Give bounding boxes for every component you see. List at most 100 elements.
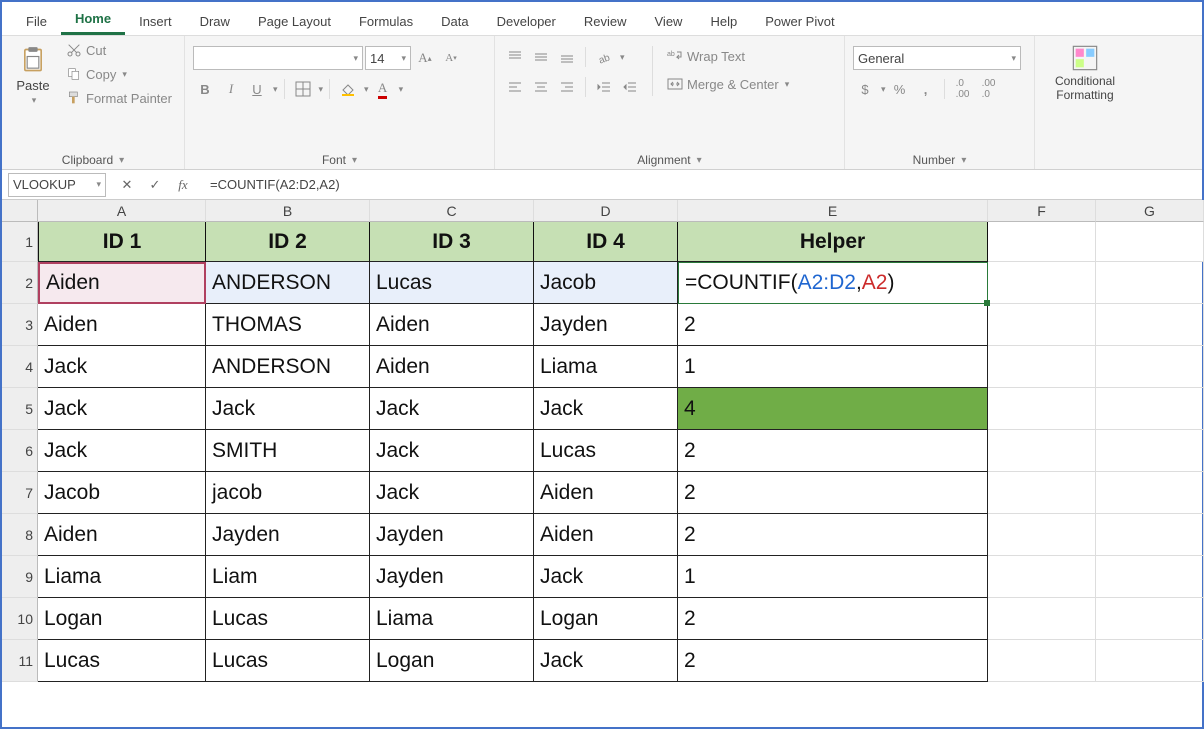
cell[interactable]: ANDERSON bbox=[206, 262, 370, 304]
formula-cancel-button[interactable]: ✕ bbox=[118, 177, 136, 193]
align-top-button[interactable] bbox=[503, 46, 527, 68]
decrease-decimal-button[interactable]: .00.0 bbox=[977, 78, 1001, 100]
cell[interactable]: Lucas bbox=[206, 598, 370, 640]
cell[interactable]: 4 bbox=[678, 388, 988, 430]
col-header[interactable]: G bbox=[1096, 200, 1204, 222]
cell[interactable]: Jack bbox=[370, 472, 534, 514]
col-header[interactable]: B bbox=[206, 200, 370, 222]
tab-formulas[interactable]: Formulas bbox=[345, 8, 427, 35]
cell[interactable]: 2 bbox=[678, 598, 988, 640]
cell[interactable]: Lucas bbox=[38, 640, 206, 682]
tab-draw[interactable]: Draw bbox=[186, 8, 244, 35]
bold-button[interactable]: B bbox=[193, 78, 217, 100]
shrink-font-button[interactable]: A▾ bbox=[439, 47, 463, 69]
cell[interactable] bbox=[1096, 304, 1204, 346]
cell[interactable]: Helper bbox=[678, 222, 988, 262]
cell[interactable]: Logan bbox=[534, 598, 678, 640]
cell[interactable]: Lucas bbox=[534, 430, 678, 472]
cell[interactable]: Jack bbox=[38, 430, 206, 472]
row-header[interactable]: 3 bbox=[2, 304, 38, 346]
dialog-launcher-icon[interactable]: ▾ bbox=[119, 155, 124, 166]
cell[interactable]: 2 bbox=[678, 472, 988, 514]
font-color-button[interactable]: A bbox=[371, 78, 395, 100]
cell[interactable]: ID 3 bbox=[370, 222, 534, 262]
cell[interactable]: Aiden bbox=[370, 346, 534, 388]
align-center-button[interactable] bbox=[529, 76, 553, 98]
select-all-button[interactable] bbox=[2, 200, 38, 222]
cell[interactable] bbox=[988, 430, 1096, 472]
fx-button[interactable]: fx bbox=[174, 177, 192, 193]
row-header[interactable]: 9 bbox=[2, 556, 38, 598]
cell[interactable] bbox=[988, 304, 1096, 346]
tab-developer[interactable]: Developer bbox=[483, 8, 570, 35]
cell[interactable]: 1 bbox=[678, 556, 988, 598]
tab-power-pivot[interactable]: Power Pivot bbox=[751, 8, 848, 35]
formula-input[interactable]: =COUNTIF(A2:D2,A2) bbox=[204, 170, 1202, 199]
format-painter-button[interactable]: Format Painter bbox=[62, 88, 176, 108]
row-header[interactable]: 6 bbox=[2, 430, 38, 472]
cell[interactable] bbox=[1096, 388, 1204, 430]
cell[interactable]: Aiden bbox=[38, 304, 206, 346]
cell[interactable]: Jack bbox=[206, 388, 370, 430]
merge-center-button[interactable]: Merge & Center▾ bbox=[663, 74, 793, 94]
col-header[interactable]: C bbox=[370, 200, 534, 222]
cell[interactable] bbox=[988, 262, 1096, 304]
cell[interactable] bbox=[988, 514, 1096, 556]
cell[interactable]: Jayden bbox=[370, 514, 534, 556]
cell[interactable] bbox=[988, 388, 1096, 430]
row-header[interactable]: 10 bbox=[2, 598, 38, 640]
cell[interactable]: Lucas bbox=[370, 262, 534, 304]
row-header[interactable]: 2 bbox=[2, 262, 38, 304]
cell[interactable] bbox=[1096, 556, 1204, 598]
tab-view[interactable]: View bbox=[641, 8, 697, 35]
paste-button[interactable]: Paste ▾ bbox=[10, 40, 56, 110]
cell[interactable]: THOMAS bbox=[206, 304, 370, 346]
cell[interactable]: ID 1 bbox=[38, 222, 206, 262]
grow-font-button[interactable]: A▴ bbox=[413, 47, 437, 69]
tab-data[interactable]: Data bbox=[427, 8, 482, 35]
cell[interactable]: Jack bbox=[370, 430, 534, 472]
number-format-select[interactable]: General▾ bbox=[853, 46, 1021, 70]
cell[interactable] bbox=[988, 640, 1096, 682]
cell[interactable] bbox=[1096, 472, 1204, 514]
cell[interactable] bbox=[1096, 262, 1204, 304]
cell[interactable]: Jayden bbox=[206, 514, 370, 556]
percent-button[interactable]: % bbox=[888, 78, 912, 100]
row-header[interactable]: 11 bbox=[2, 640, 38, 682]
cell-a2[interactable]: Aiden bbox=[38, 262, 206, 304]
borders-button[interactable] bbox=[291, 78, 315, 100]
cell[interactable]: Liama bbox=[534, 346, 678, 388]
name-box[interactable]: VLOOKUP▾ bbox=[8, 173, 106, 197]
align-middle-button[interactable] bbox=[529, 46, 553, 68]
cell[interactable]: ANDERSON bbox=[206, 346, 370, 388]
col-header[interactable]: A bbox=[38, 200, 206, 222]
tab-help[interactable]: Help bbox=[696, 8, 751, 35]
cell[interactable]: 1 bbox=[678, 346, 988, 388]
cell[interactable] bbox=[988, 598, 1096, 640]
cell[interactable]: 2 bbox=[678, 514, 988, 556]
tab-insert[interactable]: Insert bbox=[125, 8, 186, 35]
cell[interactable] bbox=[1096, 514, 1204, 556]
cell[interactable]: Liama bbox=[38, 556, 206, 598]
dialog-launcher-icon[interactable]: ▾ bbox=[961, 155, 966, 166]
formula-enter-button[interactable]: ✓ bbox=[146, 177, 164, 193]
fill-handle[interactable] bbox=[984, 300, 990, 306]
cell[interactable] bbox=[1096, 598, 1204, 640]
dialog-launcher-icon[interactable]: ▾ bbox=[352, 155, 357, 166]
cell[interactable] bbox=[988, 222, 1096, 262]
cell[interactable] bbox=[1096, 430, 1204, 472]
cell[interactable]: 2 bbox=[678, 304, 988, 346]
tab-review[interactable]: Review bbox=[570, 8, 641, 35]
row-header[interactable]: 5 bbox=[2, 388, 38, 430]
cell[interactable] bbox=[988, 556, 1096, 598]
currency-button[interactable]: $ bbox=[853, 78, 877, 100]
cell[interactable]: Logan bbox=[38, 598, 206, 640]
cell[interactable]: Jayden bbox=[370, 556, 534, 598]
cell[interactable]: Liama bbox=[370, 598, 534, 640]
align-bottom-button[interactable] bbox=[555, 46, 579, 68]
row-header[interactable]: 7 bbox=[2, 472, 38, 514]
cell[interactable]: Lucas bbox=[206, 640, 370, 682]
cell[interactable]: Jack bbox=[534, 388, 678, 430]
cell[interactable] bbox=[988, 472, 1096, 514]
cell[interactable]: Aiden bbox=[370, 304, 534, 346]
